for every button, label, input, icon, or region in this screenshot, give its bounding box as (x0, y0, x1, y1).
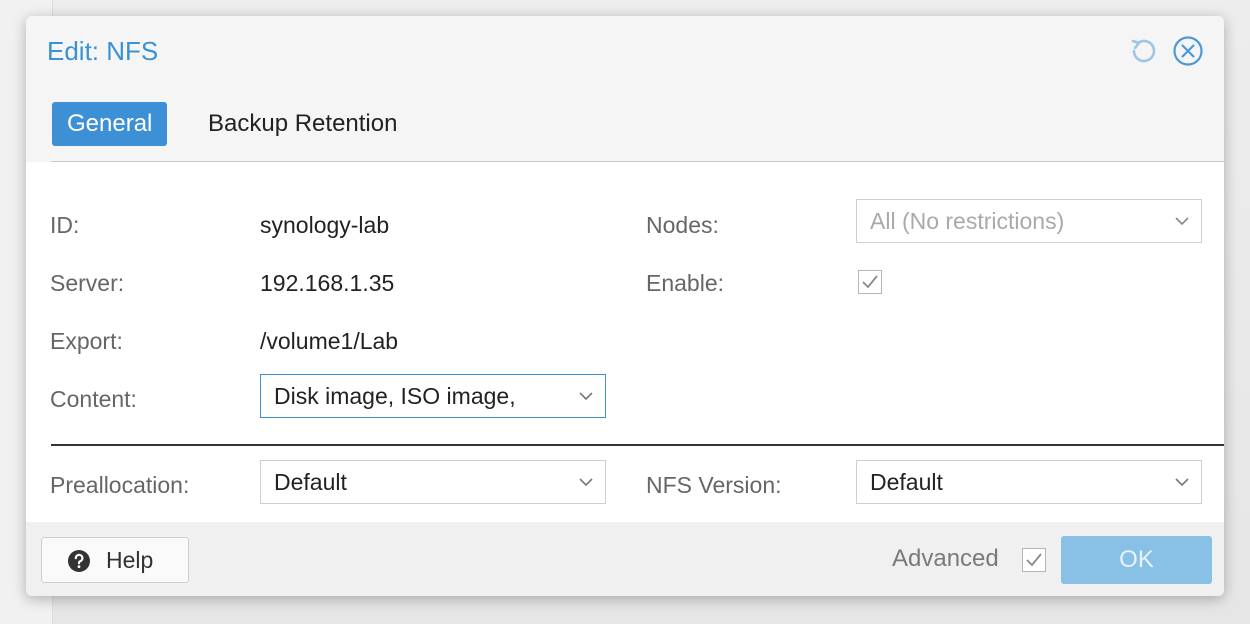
chevron-down-icon (578, 388, 594, 409)
close-circle-icon (1172, 35, 1204, 67)
nodes-select[interactable]: All (No restrictions) (856, 199, 1202, 243)
close-button[interactable] (1171, 34, 1205, 68)
nodes-label: Nodes: (646, 212, 719, 238)
edit-nfs-dialog: Edit: NFS General Backup Retention ID: s… (26, 16, 1224, 596)
content-select-value: Disk image, ISO image, (274, 383, 516, 409)
nfs-version-select-value: Default (870, 469, 943, 495)
chevron-down-icon (578, 474, 594, 495)
tab-bar: General Backup Retention (26, 90, 1224, 162)
preallocation-select[interactable]: Default (260, 460, 606, 504)
section-separator (51, 444, 1224, 446)
server-label: Server: (50, 270, 125, 296)
nfs-version-select[interactable]: Default (856, 460, 1202, 504)
help-button-label: Help (106, 547, 154, 573)
export-label: Export: (50, 328, 123, 354)
preallocation-label: Preallocation: (50, 472, 190, 498)
dialog-title: Edit: NFS (47, 36, 159, 66)
question-circle-icon (67, 549, 91, 578)
ok-button[interactable]: OK (1061, 536, 1212, 584)
dialog-footer: Help Advanced OK (26, 522, 1224, 596)
content-label: Content: (50, 386, 137, 412)
advanced-label: Advanced (892, 545, 999, 572)
preallocation-select-value: Default (274, 469, 347, 495)
chevron-down-icon (1174, 474, 1190, 495)
id-value: synology-lab (260, 212, 390, 238)
dialog-titlebar: Edit: NFS (26, 16, 1224, 90)
enable-label: Enable: (646, 270, 725, 296)
advanced-checkbox[interactable] (1022, 548, 1046, 572)
server-value: 192.168.1.35 (260, 270, 395, 296)
content-select[interactable]: Disk image, ISO image, (260, 374, 606, 418)
tab-backup-retention[interactable]: Backup Retention (193, 102, 412, 146)
chevron-down-icon (1174, 213, 1190, 234)
help-button[interactable]: Help (41, 537, 189, 583)
reset-icon (1129, 37, 1157, 65)
export-value: /volume1/Lab (260, 328, 399, 354)
checkmark-icon (1026, 553, 1042, 567)
reset-button[interactable] (1126, 34, 1160, 68)
checkmark-icon (862, 275, 878, 289)
enable-checkbox[interactable] (858, 270, 882, 294)
general-panel: ID: synology-lab Server: 192.168.1.35 Ex… (26, 162, 1224, 522)
id-label: ID: (50, 212, 80, 238)
nfs-version-label: NFS Version: (646, 472, 782, 498)
tab-general[interactable]: General (52, 102, 168, 146)
nodes-select-value: All (No restrictions) (870, 208, 1065, 234)
